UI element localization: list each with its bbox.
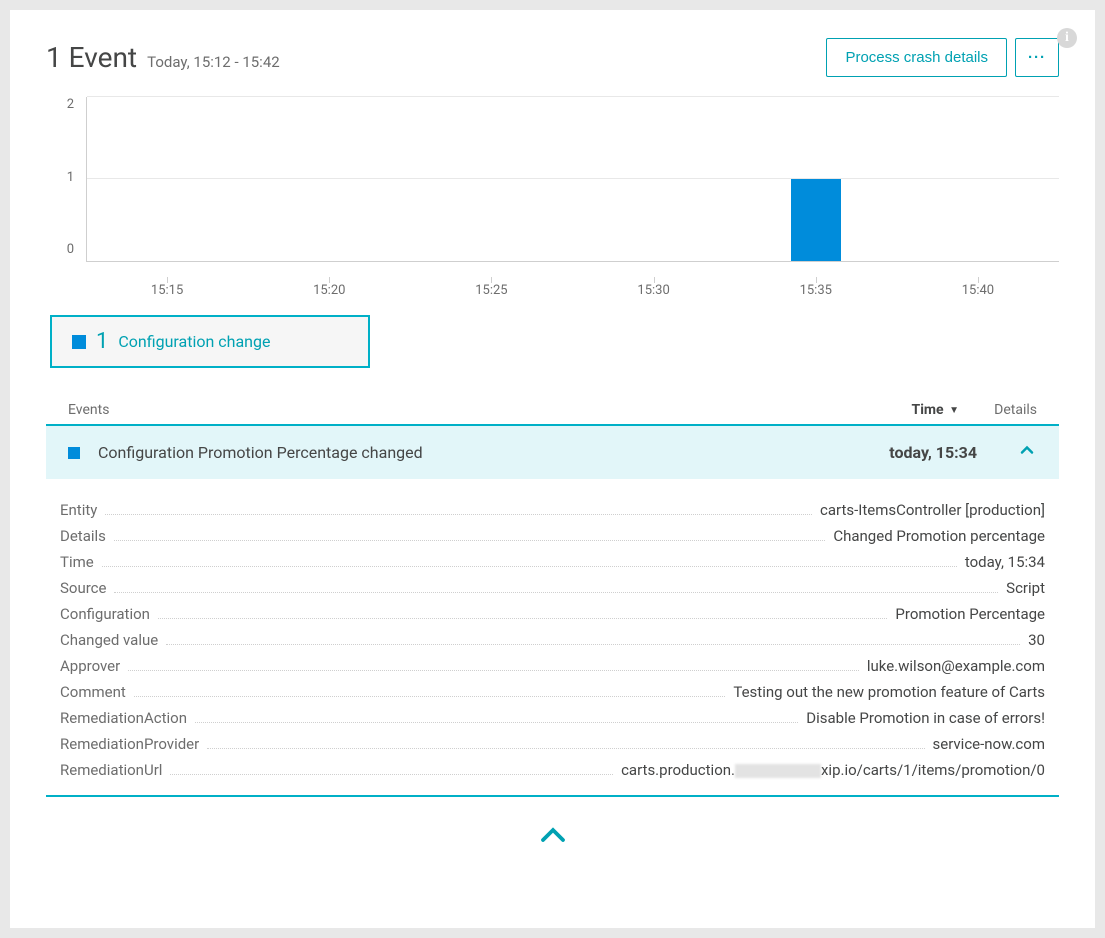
detail-value: carts-ItemsController [production]: [820, 501, 1045, 519]
redacted-segment: [735, 764, 821, 778]
detail-row: Comment Testing out the new promotion fea…: [60, 679, 1045, 705]
chart-x-tick: 15:15: [151, 283, 183, 298]
event-chart: 2 1 0 15:15 15:20 15:25 15:30 15:35 15:40: [46, 97, 1059, 301]
detail-value: luke.wilson@example.com: [867, 657, 1045, 675]
legend-label: Configuration change: [118, 332, 270, 351]
column-time[interactable]: Time ▼: [819, 402, 959, 418]
detail-leader: [134, 696, 726, 697]
detail-key: Details: [60, 527, 106, 545]
event-time: today, 15:34: [837, 443, 977, 462]
detail-leader: [207, 748, 924, 749]
detail-value: Disable Promotion in case of errors!: [806, 709, 1045, 727]
detail-key: Source: [60, 579, 106, 597]
column-time-label: Time: [912, 402, 944, 418]
detail-value: carts.production.xip.io/carts/1/items/pr…: [621, 761, 1045, 779]
detail-row: RemediationProvider service-now.com: [60, 731, 1045, 757]
event-row[interactable]: Configuration Promotion Percentage chang…: [46, 426, 1059, 479]
detail-value: Testing out the new promotion feature of…: [733, 683, 1045, 701]
detail-leader: [128, 670, 859, 671]
column-details[interactable]: Details: [977, 402, 1037, 418]
detail-row: RemediationUrl carts.production.xip.io/ca…: [60, 757, 1045, 783]
event-details: Entity carts-ItemsController [production]…: [46, 497, 1059, 797]
detail-key: RemediationUrl: [60, 761, 162, 779]
legend-configuration-change[interactable]: 1 Configuration change: [50, 315, 370, 368]
detail-leader: [105, 514, 812, 515]
detail-row: Details Changed Promotion percentage: [60, 523, 1045, 549]
detail-value: Changed Promotion percentage: [833, 527, 1045, 545]
detail-leader: [195, 722, 798, 723]
page-title: 1 Event: [46, 41, 137, 74]
detail-value: 30: [1028, 631, 1045, 649]
chart-y-tick: 1: [46, 170, 74, 185]
detail-value: Script: [1006, 579, 1045, 597]
chart-plot: [86, 97, 1059, 262]
chart-x-tick: 15:25: [475, 283, 507, 298]
detail-leader: [102, 566, 957, 567]
detail-key: Comment: [60, 683, 126, 701]
detail-row: Source Script: [60, 575, 1045, 601]
detail-row: RemediationAction Disable Promotion in ca…: [60, 705, 1045, 731]
process-crash-details-button[interactable]: Process crash details: [826, 38, 1007, 77]
events-table-header: Events Time ▼ Details: [46, 396, 1059, 426]
detail-leader: [158, 618, 887, 619]
chart-y-axis: 2 1 0: [46, 97, 86, 262]
detail-leader: [114, 540, 825, 541]
detail-row: Changed value 30: [60, 627, 1045, 653]
info-icon[interactable]: i: [1057, 28, 1077, 48]
detail-row: Entity carts-ItemsController [production]: [60, 497, 1045, 523]
detail-value: today, 15:34: [965, 553, 1045, 571]
chart-y-tick: 2: [46, 97, 74, 112]
chart-x-tick: 15:40: [962, 283, 994, 298]
detail-leader: [170, 774, 613, 775]
detail-value: service-now.com: [933, 735, 1046, 753]
detail-key: RemediationAction: [60, 709, 187, 727]
detail-key: Approver: [60, 657, 120, 675]
detail-row: Time today, 15:34: [60, 549, 1045, 575]
detail-row: Configuration Promotion Percentage: [60, 601, 1045, 627]
sort-desc-icon: ▼: [949, 405, 959, 416]
collapse-panel-button[interactable]: [46, 815, 1059, 859]
chart-x-tick: 15:30: [637, 283, 669, 298]
detail-value: Promotion Percentage: [895, 605, 1045, 623]
detail-key: Entity: [60, 501, 97, 519]
detail-leader: [114, 592, 998, 593]
chart-x-tick: 15:20: [313, 283, 345, 298]
page-subtitle: Today, 15:12 - 15:42: [147, 53, 280, 71]
event-type-swatch-icon: [68, 447, 80, 459]
header-actions: Process crash details ···: [826, 38, 1059, 77]
panel-header: 1 Event Today, 15:12 - 15:42 Process cra…: [28, 38, 1077, 97]
chart-y-tick: 0: [46, 242, 74, 257]
detail-key: Configuration: [60, 605, 150, 623]
column-events[interactable]: Events: [68, 402, 819, 418]
event-name: Configuration Promotion Percentage chang…: [98, 443, 837, 462]
chart-x-axis: 15:15 15:20 15:25 15:30 15:35 15:40: [86, 277, 1059, 301]
event-panel: i 1 Event Today, 15:12 - 15:42 Process c…: [10, 10, 1095, 928]
detail-leader: [166, 644, 1020, 645]
detail-row: Approver luke.wilson@example.com: [60, 653, 1045, 679]
legend-swatch-icon: [72, 335, 86, 349]
legend-count: 1: [96, 329, 108, 354]
title-group: 1 Event Today, 15:12 - 15:42: [46, 41, 280, 74]
detail-key: RemediationProvider: [60, 735, 199, 753]
chart-x-tick: 15:35: [800, 283, 832, 298]
chart-bar[interactable]: [791, 179, 841, 261]
more-actions-button[interactable]: ···: [1015, 38, 1059, 77]
detail-key: Changed value: [60, 631, 158, 649]
collapse-event-button[interactable]: [977, 440, 1037, 465]
detail-key: Time: [60, 553, 94, 571]
